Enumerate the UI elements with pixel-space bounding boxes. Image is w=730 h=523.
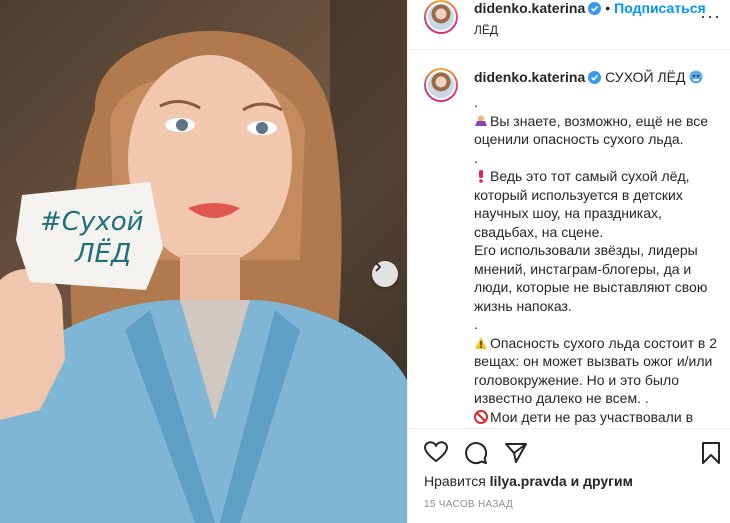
likes-prefix: Нравится [424, 473, 486, 489]
caption-line: . [474, 149, 478, 166]
more-icon[interactable]: ··· [700, 6, 721, 27]
likes-suffix[interactable]: и другим [571, 473, 633, 489]
next-photo-button[interactable] [372, 261, 398, 287]
caption-line: . [474, 94, 478, 110]
photo-illustration: #Сухой ЛЁД [0, 0, 407, 523]
separator-dot: • [605, 0, 611, 16]
header-username[interactable]: didenko.katerina [474, 0, 585, 16]
caption-line: Ведь это тот самый сухой лёд, который ис… [474, 168, 690, 240]
chevron-right-icon [375, 262, 382, 272]
caption-text: . Вы знаете, возможно, ещё не все оценил… [474, 93, 719, 427]
no-entry-emoji-icon [474, 409, 488, 424]
cold-face-emoji-icon [689, 70, 703, 84]
likes-summary: Нравится lilya.pravda и другим [424, 473, 633, 489]
caption-area: didenko.katerina СУХОЙ ЛЁД . Вы знаете, … [408, 51, 730, 427]
sign-text-line2: ЛЁД [74, 237, 131, 269]
caption-line: Опасность сухого льда состоит в 2 вещах:… [474, 334, 718, 407]
caption-line: Мои дети не раз участвовали в детских на… [474, 408, 719, 428]
post-actions: Нравится lilya.pravda и другим 15 ЧАСОВ … [408, 428, 730, 523]
caption-title: СУХОЙ ЛЁД [605, 69, 686, 85]
warning-emoji-icon [475, 336, 487, 349]
caption-line: Его использовали звёзды, лидеры мнений, … [474, 242, 708, 314]
caption-username[interactable]: didenko.katerina [474, 69, 585, 85]
post-timestamp[interactable]: 15 ЧАСОВ НАЗАД [424, 499, 513, 510]
post-sidebar: didenko.katerina • Подписаться ЛЁД ··· di… [407, 0, 730, 523]
bookmark-icon[interactable] [701, 441, 721, 470]
comment-icon[interactable] [464, 441, 488, 470]
heart-icon[interactable] [423, 441, 449, 468]
exclamation-emoji-icon [479, 170, 483, 183]
verified-badge-icon [588, 71, 602, 87]
person-shrugging-emoji-icon [475, 115, 487, 126]
caption-line: Вы знаете, возможно, ещё не все оценили … [474, 112, 709, 148]
share-icon[interactable] [504, 441, 528, 470]
post-location[interactable]: ЛЁД [474, 23, 498, 37]
verified-badge-icon [588, 2, 602, 20]
caption-avatar[interactable] [424, 68, 458, 102]
likes-user-link[interactable]: lilya.pravda [490, 473, 567, 489]
avatar[interactable] [424, 0, 458, 34]
follow-button[interactable]: Подписаться [614, 0, 706, 16]
post-photo[interactable]: #Сухой ЛЁД [0, 0, 407, 523]
post-header: didenko.katerina • Подписаться ЛЁД ··· [408, 0, 730, 50]
sign-text-line1: #Сухой [40, 207, 144, 237]
caption-line: . [474, 316, 478, 332]
caption-header: didenko.katerina СУХОЙ ЛЁД [474, 69, 705, 87]
